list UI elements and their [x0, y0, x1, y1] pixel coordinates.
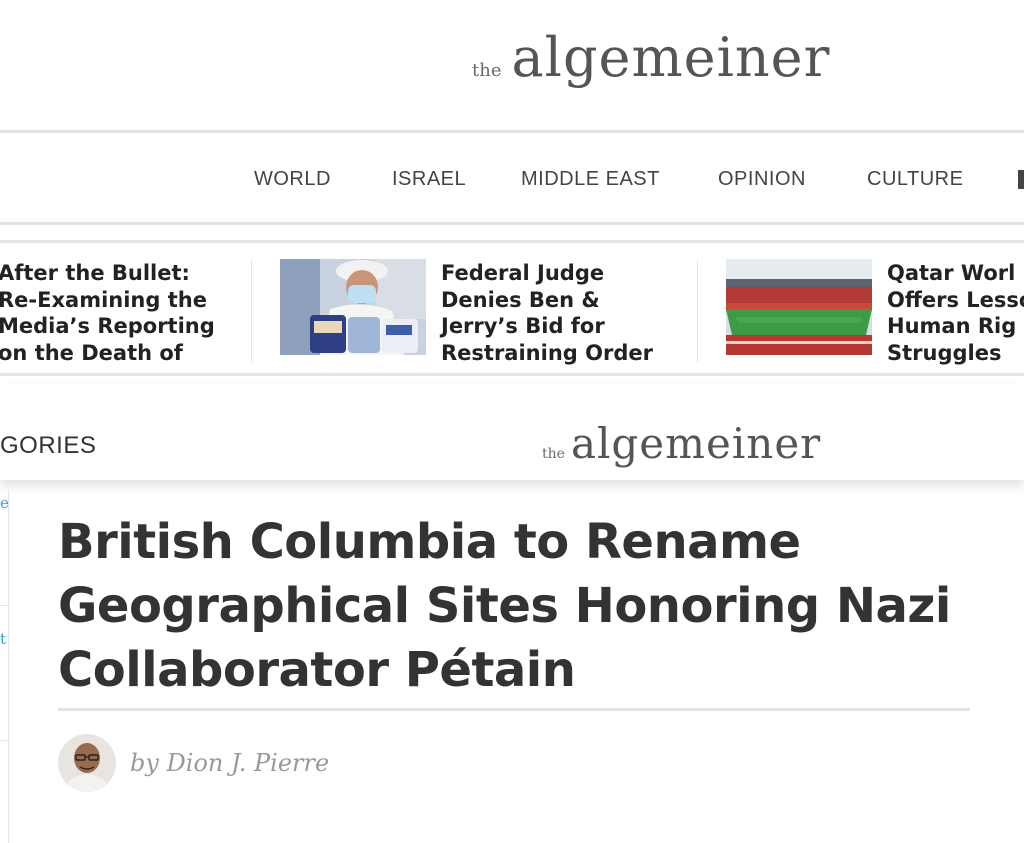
- nav-item-middle-east[interactable]: MIDDLE EAST: [521, 168, 660, 191]
- strip-top-divider: [0, 240, 1024, 243]
- header-divider: [0, 130, 1024, 133]
- sidebar-divider: [0, 605, 9, 606]
- sticky-site-logo[interactable]: the algemeiner: [542, 419, 821, 468]
- title-divider: [58, 708, 970, 711]
- story-after-the-bullet[interactable]: After the Bullet: Re-Examining the Media…: [0, 260, 215, 366]
- nav-item-world[interactable]: WORLD: [254, 168, 331, 191]
- headline-strip: After the Bullet: Re-Examining the Media…: [0, 246, 1024, 376]
- logo-name: algemeiner: [511, 26, 831, 89]
- story-federal-judge[interactable]: Federal Judge Denies Ben & Jerry’s Bid f…: [441, 260, 653, 366]
- sidebar-divider: [0, 740, 9, 741]
- story-qatar[interactable]: Qatar Worl Offers Lesso Human Rig Strugg…: [887, 260, 1024, 366]
- stadium-image: [726, 259, 872, 355]
- sidebar-link-fragment[interactable]: e: [0, 494, 9, 512]
- sticky-header: GORIES the algemeiner: [0, 384, 1024, 480]
- story-thumbnail-factory[interactable]: [280, 259, 426, 355]
- author-byline[interactable]: by Dion J. Pierre: [130, 749, 329, 777]
- author-avatar[interactable]: [58, 734, 116, 792]
- top-logo-bar: the algemeiner: [0, 0, 1024, 132]
- author-photo: [58, 734, 116, 792]
- logo-the: the: [472, 60, 502, 81]
- logo-the: the: [542, 446, 565, 462]
- main-nav: WORLD ISRAEL MIDDLE EAST OPINION CULTURE: [0, 136, 1024, 224]
- nav-item-cutoff: [1018, 170, 1024, 189]
- sidebar-link-fragment[interactable]: t: [0, 630, 6, 648]
- logo-name: algemeiner: [570, 419, 822, 468]
- nav-item-opinion[interactable]: OPINION: [718, 168, 806, 191]
- nav-item-israel[interactable]: ISRAEL: [392, 168, 466, 191]
- nav-item-culture[interactable]: CULTURE: [867, 168, 963, 191]
- factory-worker-image: [280, 259, 426, 355]
- story-separator: [697, 260, 698, 362]
- nav-divider: [0, 222, 1024, 225]
- left-sidebar: e t: [0, 490, 9, 843]
- site-logo[interactable]: the algemeiner: [472, 26, 830, 89]
- categories-menu-button[interactable]: GORIES: [0, 432, 96, 460]
- article-title: British Columbia to Rename Geographical …: [58, 514, 951, 698]
- story-separator: [251, 260, 252, 362]
- story-thumbnail-stadium[interactable]: [726, 259, 872, 355]
